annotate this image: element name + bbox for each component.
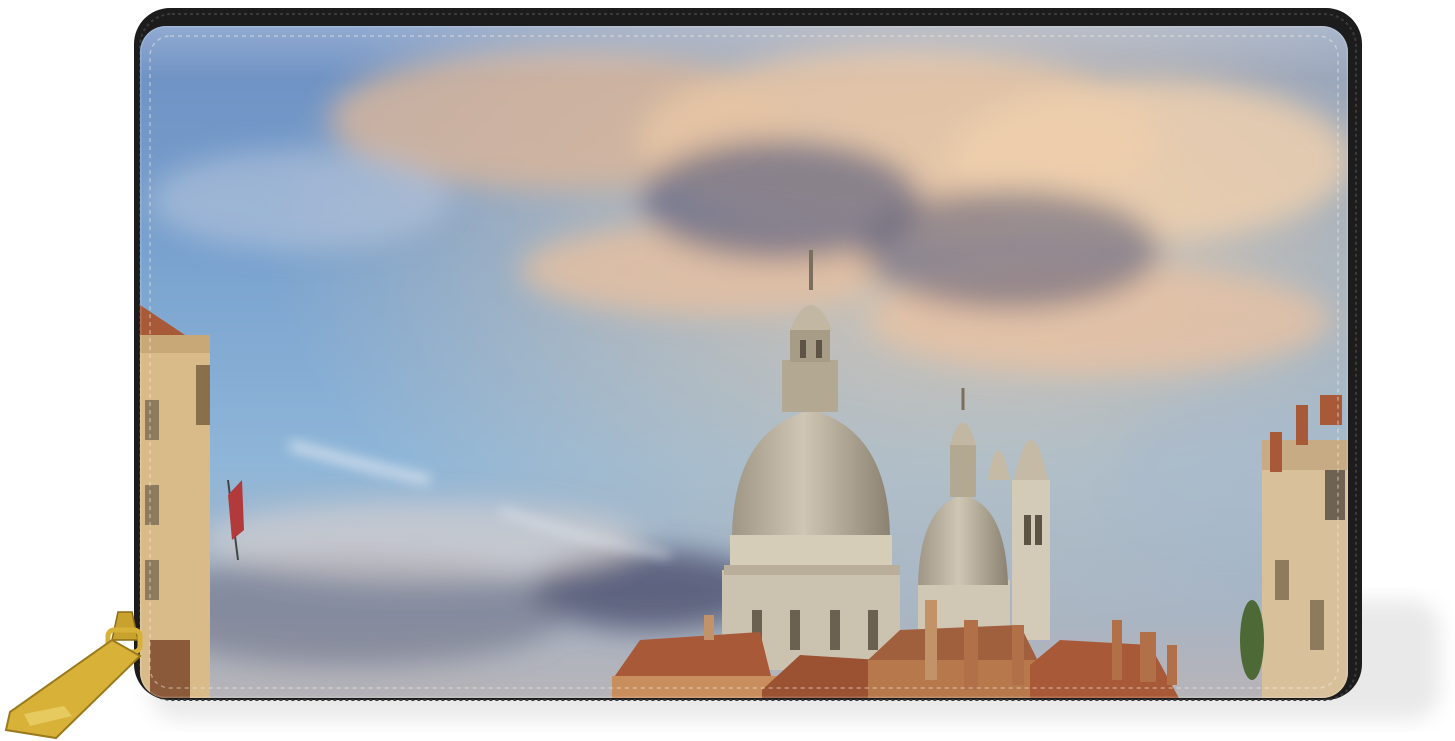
wallet-photo [4,8,1440,740]
zipper-pull [4,611,143,740]
printed-panel [140,26,1348,698]
